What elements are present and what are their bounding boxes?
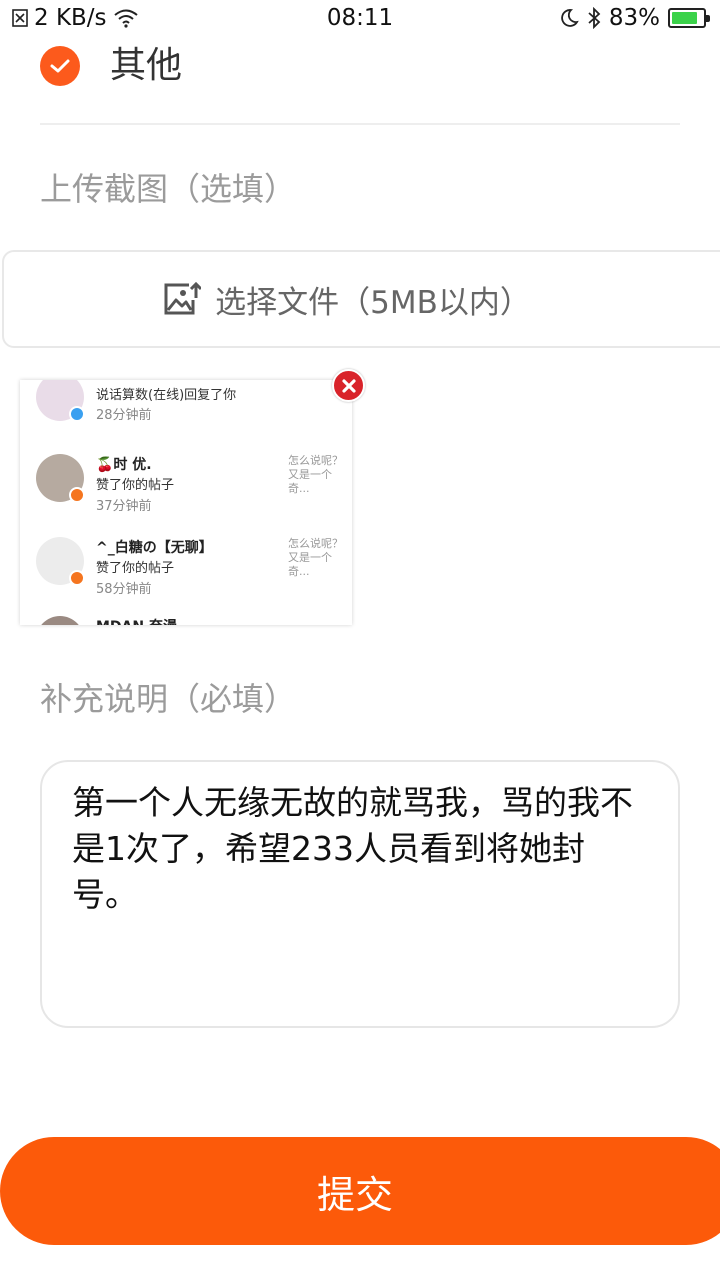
screenshot-thumbnail[interactable]: 说话算数(在线)回复了你 28分钟前 🍒时 优. 赞了你的帖子 37分钟前 怎么… — [20, 380, 352, 625]
bluetooth-icon — [588, 7, 601, 29]
remove-screenshot-close-icon[interactable] — [332, 369, 365, 402]
description-textarea[interactable]: 第一个人无缘无故的就骂我，骂的我不是1次了，希望233人员看到将她封号。 — [40, 760, 680, 1028]
submit-button[interactable]: 提交 — [0, 1137, 720, 1245]
thumb-list-item: 🍒时 优. 赞了你的帖子 37分钟前 怎么说呢？又是一个奇... — [20, 454, 352, 534]
thumb-list-item: MDAN 奈漫 — [20, 616, 352, 625]
divider — [40, 123, 680, 125]
battery-level — [672, 12, 697, 24]
option-label: 其他 — [110, 45, 183, 86]
submit-label: 提交 — [316, 1172, 393, 1217]
choose-file-label: 选择文件（5MB以内） — [215, 284, 531, 321]
like-icon — [69, 487, 85, 503]
battery-icon — [668, 8, 710, 28]
thumb-list-item: ^_白糖の【无聊】 赞了你的帖子 58分钟前 怎么说呢？又是一个奇... — [20, 537, 352, 617]
like-icon — [69, 570, 85, 586]
report-page: 2 KB/s 08:11 83% 其他 上传截图（选填） 选择文件（5MB以内） — [0, 0, 720, 1280]
status-bar: 2 KB/s 08:11 83% — [0, 0, 720, 38]
checkmark-icon[interactable] — [40, 46, 80, 86]
do-not-disturb-icon — [561, 9, 579, 27]
upload-section-label: 上传截图（选填） — [40, 170, 297, 208]
thumb-list-item: 说话算数(在线)回复了你 28分钟前 — [20, 380, 352, 453]
option-other[interactable]: 其他 — [40, 36, 182, 88]
comment-icon — [69, 406, 85, 422]
avatar — [36, 616, 84, 625]
image-upload-icon — [164, 282, 202, 315]
choose-file-button[interactable]: 选择文件（5MB以内） — [2, 250, 720, 348]
battery-percent: 83% — [608, 5, 660, 31]
description-section-label: 补充说明（必填） — [40, 680, 297, 718]
